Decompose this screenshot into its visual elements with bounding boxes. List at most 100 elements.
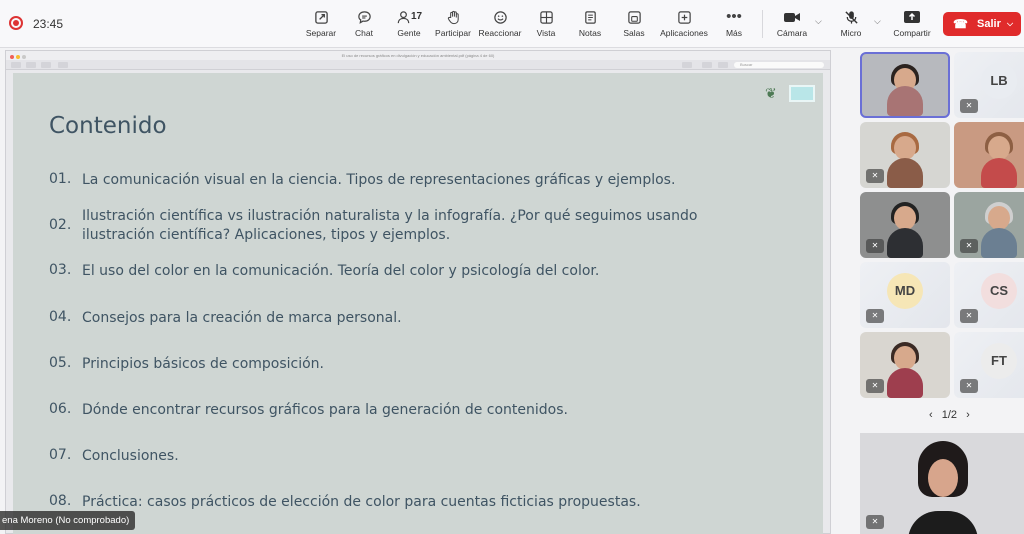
zoom-out-icon (26, 62, 36, 68)
close-dot-icon (10, 55, 14, 59)
video-feed (988, 206, 1010, 230)
avatar: MD (887, 273, 923, 309)
chat-button[interactable]: Chat (350, 6, 378, 44)
react-button[interactable]: Reaccionar (478, 6, 522, 44)
video-feed (894, 346, 916, 370)
participant-tile[interactable]: LB ✕ (954, 52, 1024, 118)
rooms-label: Salas (623, 28, 645, 38)
share-icon (890, 6, 934, 28)
agenda-text: Ilustración científica vs ilustración na… (82, 208, 698, 243)
agenda-text: Principios básicos de composición. (82, 356, 325, 372)
participant-tile[interactable]: FT ✕ (954, 332, 1024, 398)
page-indicator: 1/2 (941, 409, 958, 421)
participant-tile[interactable]: ✕ (954, 192, 1024, 258)
share-button[interactable]: Compartir (890, 6, 934, 44)
meeting-timer: 23:45 (33, 17, 64, 31)
agenda-number: 07. (49, 447, 72, 463)
zoom-in-icon (41, 62, 51, 68)
shared-screen: El uso de recursos gráficos en divulgaci… (5, 50, 831, 534)
mic-muted-icon: ✕ (960, 99, 978, 113)
pdf-viewer-toolbar: Buscar (6, 60, 830, 70)
video-feed (928, 459, 958, 497)
mic-options-chevron-icon[interactable]: ⌵ (874, 16, 881, 27)
participant-tile[interactable] (954, 122, 1024, 188)
pdf-viewer-titlebar: El uso de recursos gráficos en divulgaci… (6, 51, 830, 60)
video-feed (887, 228, 923, 258)
agenda-number: 04. (49, 309, 72, 325)
rooms-icon (620, 6, 648, 28)
chat-label: Chat (355, 28, 373, 38)
mic-muted-icon: ✕ (866, 309, 884, 323)
agenda-text: Conclusiones. (82, 448, 179, 464)
people-icon: 17 (392, 6, 426, 28)
mic-muted-icon: ✕ (866, 169, 884, 183)
video-feed (908, 511, 978, 534)
raise-hand-button[interactable]: Participar (434, 6, 472, 44)
camera-button[interactable]: Cámara (774, 6, 810, 44)
slide-decoration (789, 85, 815, 102)
apps-plus-icon (658, 6, 710, 28)
plant-icon: ❦ (765, 85, 777, 101)
microphone-label: Micro (840, 28, 862, 38)
toolbar-divider (762, 10, 763, 38)
camera-options-chevron-icon[interactable]: ⌵ (815, 16, 822, 27)
recording-icon[interactable] (9, 16, 23, 30)
more-button[interactable]: ••• Más (722, 6, 746, 44)
video-feed (981, 228, 1017, 258)
view-button[interactable]: Vista (532, 6, 560, 44)
apps-label: Aplicaciones (660, 28, 708, 38)
self-view-video[interactable]: ✕ (860, 433, 1024, 534)
mic-muted-icon: ✕ (866, 379, 884, 393)
avatar: FT (981, 343, 1017, 379)
participant-tile[interactable]: MD ✕ (860, 262, 950, 328)
participant-tile[interactable]: ✕ (860, 122, 950, 188)
annotate-icon (718, 62, 728, 68)
pop-out-icon (304, 6, 338, 28)
leave-button[interactable]: ☎ Salir ⌵ (943, 12, 1021, 36)
leave-label: Salir (977, 18, 1001, 30)
avatar: LB (981, 63, 1017, 99)
view-label: Vista (536, 28, 556, 38)
agenda-text: Práctica: casos prácticos de elección de… (82, 494, 641, 510)
mic-muted-icon: ✕ (866, 515, 884, 529)
participant-tile[interactable]: CS ✕ (954, 262, 1024, 328)
mic-muted-icon: ✕ (866, 239, 884, 253)
notes-label: Notas (578, 28, 602, 38)
grid-icon (532, 6, 560, 28)
rotate-icon (702, 62, 712, 68)
markup-icon (682, 62, 692, 68)
microphone-button[interactable]: Micro (836, 6, 866, 44)
camera-label: Cámara (776, 28, 808, 38)
mic-muted-icon: ✕ (960, 379, 978, 393)
participant-tile[interactable]: ✕ (860, 192, 950, 258)
people-button[interactable]: 17 Gente (392, 6, 426, 44)
agenda-text: La comunicación visual en la ciencia. Ti… (82, 172, 676, 188)
pdf-search-field: Buscar (734, 62, 824, 68)
presentation-slide: ❦ Contenido 01. La comunicación visual e… (13, 73, 823, 534)
more-icon: ••• (726, 8, 742, 25)
video-feed (988, 136, 1010, 160)
participant-tile[interactable] (860, 52, 950, 118)
rooms-button[interactable]: Salas (620, 6, 648, 44)
agenda-number: 02. (49, 217, 72, 233)
video-feed (981, 158, 1017, 188)
video-feed (887, 158, 923, 188)
video-feed (887, 368, 923, 398)
separate-label: Separar (305, 28, 337, 38)
agenda-number: 01. (49, 171, 72, 187)
apps-button[interactable]: Aplicaciones (658, 6, 710, 44)
mic-muted-icon: ✕ (960, 239, 978, 253)
separate-button[interactable]: Separar (304, 6, 338, 44)
react-label: Reaccionar (478, 28, 522, 38)
agenda-number: 08. (49, 493, 72, 509)
next-page-icon[interactable]: › (966, 409, 970, 421)
participant-tile[interactable]: ✕ (860, 332, 950, 398)
camera-icon (774, 6, 810, 28)
notes-button[interactable]: Notas (575, 6, 605, 44)
leave-options-chevron-icon[interactable]: ⌵ (1007, 12, 1013, 36)
chat-icon (350, 6, 378, 28)
previous-page-icon[interactable]: ‹ (929, 409, 933, 421)
minimize-dot-icon (16, 55, 20, 59)
hang-up-icon: ☎ (953, 17, 968, 31)
slide-title: Contenido (49, 113, 167, 139)
